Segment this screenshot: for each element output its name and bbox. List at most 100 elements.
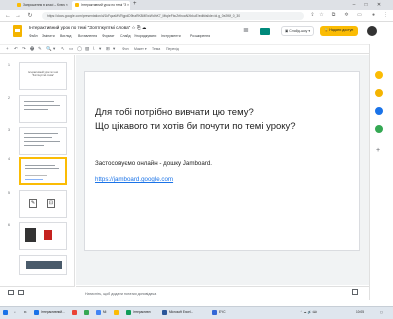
paint-format-icon[interactable]: ✎ (38, 45, 42, 53)
thumb-image-icon: ✎ (29, 199, 37, 208)
thumb-title: Інтерактивний урок по темі "Зоптпкуптмі … (28, 71, 58, 77)
zoom-dropdown-icon[interactable]: ▾ (53, 45, 55, 53)
slide-number: 3 (8, 128, 10, 132)
meet-icon[interactable] (260, 28, 270, 35)
image-icon[interactable]: ▧ (85, 45, 89, 53)
search-icon[interactable]: ⌕ (14, 307, 16, 318)
slide-thumbnail-5[interactable]: ✎ ⊡ (19, 190, 67, 218)
system-tray-icons[interactable]: ⌃ ☁ 🔊 ⌨ (300, 307, 317, 318)
theme-button[interactable]: Тема (152, 45, 160, 53)
select-icon[interactable]: ↖ (61, 45, 65, 53)
calendar-icon[interactable] (375, 71, 383, 79)
extensions-puzzle-icon[interactable]: ✲ (343, 12, 350, 19)
thumb-photo (44, 230, 52, 240)
slide-number: 1 (8, 63, 10, 67)
slide-number: 5 (8, 191, 10, 195)
tasks-icon[interactable] (375, 107, 383, 115)
line-dropdown-icon[interactable]: ▾ (99, 45, 101, 53)
thumb-photo (25, 228, 36, 242)
undo-icon[interactable]: ↶ (14, 45, 18, 53)
slide-thumbnail-2[interactable] (19, 95, 67, 123)
taskbar-item[interactable]: Інтерактивний... (34, 307, 65, 318)
print-icon[interactable]: 🖶 (30, 45, 34, 53)
url-input[interactable]: https://docs.google.com/presentation/d/1… (42, 12, 304, 20)
minimize-icon[interactable]: – (350, 1, 358, 9)
thumb-image-icon: ⊡ (47, 199, 55, 208)
menu-tools[interactable]: Інструменти (161, 34, 181, 38)
new-slide-icon[interactable]: + (6, 45, 9, 53)
taskbar-item[interactable]: EYC (212, 307, 226, 318)
slides-favicon-icon (75, 3, 79, 8)
menu-extensions[interactable]: Розширення (190, 34, 210, 38)
line-icon[interactable]: \ (93, 45, 94, 53)
reload-icon[interactable]: ↻ (26, 12, 34, 20)
comments-icon[interactable]: ≣ (243, 27, 253, 35)
speaker-notes[interactable]: Натисніть, щоб додати нотатки доповідача (76, 286, 369, 300)
keep-icon[interactable] (375, 89, 383, 97)
slide-question-2[interactable]: Що цікавого ти хотів би почути по темі у… (95, 121, 296, 132)
close-window-icon[interactable]: ✕ (375, 1, 383, 9)
layout-button[interactable]: Макет ▾ (134, 45, 147, 53)
slide-thumbnail-7[interactable] (19, 255, 67, 275)
slide-number: 4 (8, 157, 10, 161)
taskbar-item[interactable]: Мі (96, 307, 106, 318)
shape-icon[interactable]: ◯ (77, 45, 82, 53)
back-icon[interactable]: ← (4, 12, 12, 20)
avatar[interactable] (367, 26, 377, 36)
slide-thumbnail-3[interactable] (19, 127, 67, 155)
slide-thumbnail-4-selected[interactable] (19, 157, 67, 185)
slides-logo-icon[interactable] (13, 25, 22, 37)
transition-button[interactable]: Перехід (166, 45, 179, 53)
taskbar-item[interactable]: Microsoft Excel... (162, 307, 193, 318)
browser-tab-active[interactable]: Інтерактивний урок по темі "З × (72, 1, 130, 10)
menu-file[interactable]: Файл (29, 34, 38, 38)
browser-menu-icon[interactable]: ⋮ (382, 12, 389, 19)
start-icon[interactable] (3, 307, 10, 318)
menu-view[interactable]: Вигляд (60, 34, 71, 38)
menu-slide[interactable]: Слайд (120, 34, 131, 38)
forward-icon[interactable]: → (14, 12, 22, 20)
notifications-icon[interactable]: ▢ (380, 307, 383, 318)
taskbar-item[interactable]: Інтерактивн (126, 307, 151, 318)
filmstrip-view-icon[interactable] (8, 290, 14, 295)
profile-icon[interactable]: ● (370, 12, 377, 19)
redo-icon[interactable]: ↷ (22, 45, 26, 53)
slide-thumbnail-1[interactable]: Інтерактивний урок по темі "Зоптпкуптмі … (19, 62, 67, 90)
menu-arrange[interactable]: Упорядкувати (134, 34, 156, 38)
menu-format[interactable]: Формат (102, 34, 114, 38)
maximize-icon[interactable]: □ (362, 1, 370, 9)
explore-icon[interactable] (352, 289, 358, 295)
document-title[interactable]: Інтерактивний урок по темі "Зоптпкуптмі … (29, 25, 147, 31)
toolbar (0, 44, 393, 54)
menu-edit[interactable]: Змінити (42, 34, 55, 38)
taskbar-item[interactable] (84, 307, 91, 318)
slide-thumbnail-6[interactable] (19, 222, 67, 250)
comment-dropdown-icon[interactable]: ▾ (113, 45, 115, 53)
zoom-icon[interactable]: 🔍 (46, 45, 52, 53)
add-addon-icon[interactable]: + (376, 147, 380, 154)
background-button[interactable]: Фон (122, 45, 129, 53)
share-button[interactable]: 🔒 Надати доступ (320, 26, 358, 36)
slide-question-1[interactable]: Для тобі потрібно вивчати цю тему? (95, 107, 254, 118)
slide-jamboard-text[interactable]: Застосовуємо онлайн - дошку Jamboard. (95, 160, 212, 167)
slideshow-button[interactable]: ▣ Слайд-шоу ▾ (281, 26, 314, 36)
taskview-icon[interactable]: ⧉ (24, 307, 26, 318)
clock[interactable]: 10:05 (356, 307, 364, 318)
slide-number: 2 (8, 96, 10, 100)
browser-tab[interactable]: Запрошення в класі – Ключ × (14, 1, 70, 10)
menu-insert[interactable]: Вставлення (78, 34, 97, 38)
maps-icon[interactable] (375, 125, 383, 133)
grid-view-icon[interactable] (18, 290, 24, 295)
new-tab-button[interactable]: + (133, 1, 137, 7)
taskbar-item[interactable] (114, 307, 121, 318)
share-page-icon[interactable]: ⇪ (309, 12, 316, 19)
bookmark-star-icon[interactable]: ☆ (318, 12, 325, 19)
extension-icon[interactable]: ⧉ (330, 12, 337, 19)
textbox-icon[interactable]: ▭ (69, 45, 73, 53)
thumb-photo (26, 261, 62, 269)
sidebar-toggle-icon[interactable]: ▭ (356, 12, 363, 19)
taskbar-item[interactable] (72, 307, 79, 318)
jamboard-link[interactable]: https://jamboard.google.com (95, 176, 173, 183)
side-panel (369, 44, 393, 300)
comment-add-icon[interactable]: ⊞ (106, 45, 110, 53)
